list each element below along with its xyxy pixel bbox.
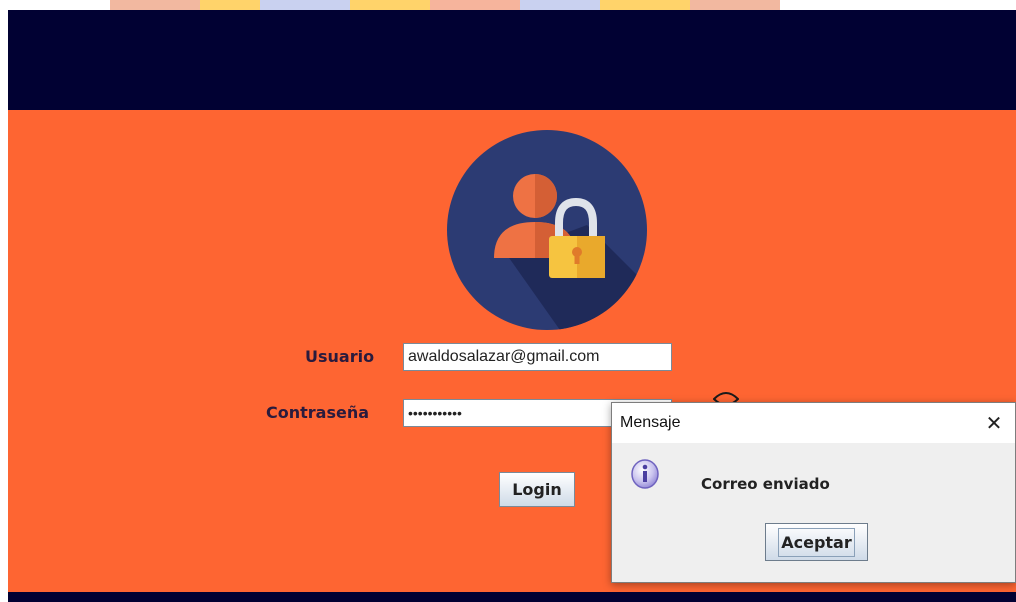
dialog-message: Correo enviado — [701, 475, 830, 493]
accept-button-label: Aceptar — [778, 527, 855, 557]
message-dialog: Mensaje ✕ Correo enviado Aceptar — [611, 402, 1016, 583]
dialog-title: Mensaje — [620, 414, 681, 431]
password-label: Contraseña — [266, 403, 370, 422]
user-field[interactable] — [403, 343, 672, 371]
user-input[interactable] — [404, 344, 671, 370]
header-bar — [8, 10, 1016, 110]
top-strip — [0, 0, 1016, 10]
dialog-titlebar[interactable]: Mensaje ✕ — [612, 403, 1015, 443]
footer-bar — [8, 592, 1016, 602]
close-button[interactable]: ✕ — [979, 407, 1009, 439]
login-button[interactable]: Login — [499, 472, 575, 507]
user-lock-icon — [447, 130, 647, 330]
user-label: Usuario — [305, 347, 375, 366]
accept-button[interactable]: Aceptar — [765, 523, 868, 561]
info-icon — [631, 459, 659, 489]
